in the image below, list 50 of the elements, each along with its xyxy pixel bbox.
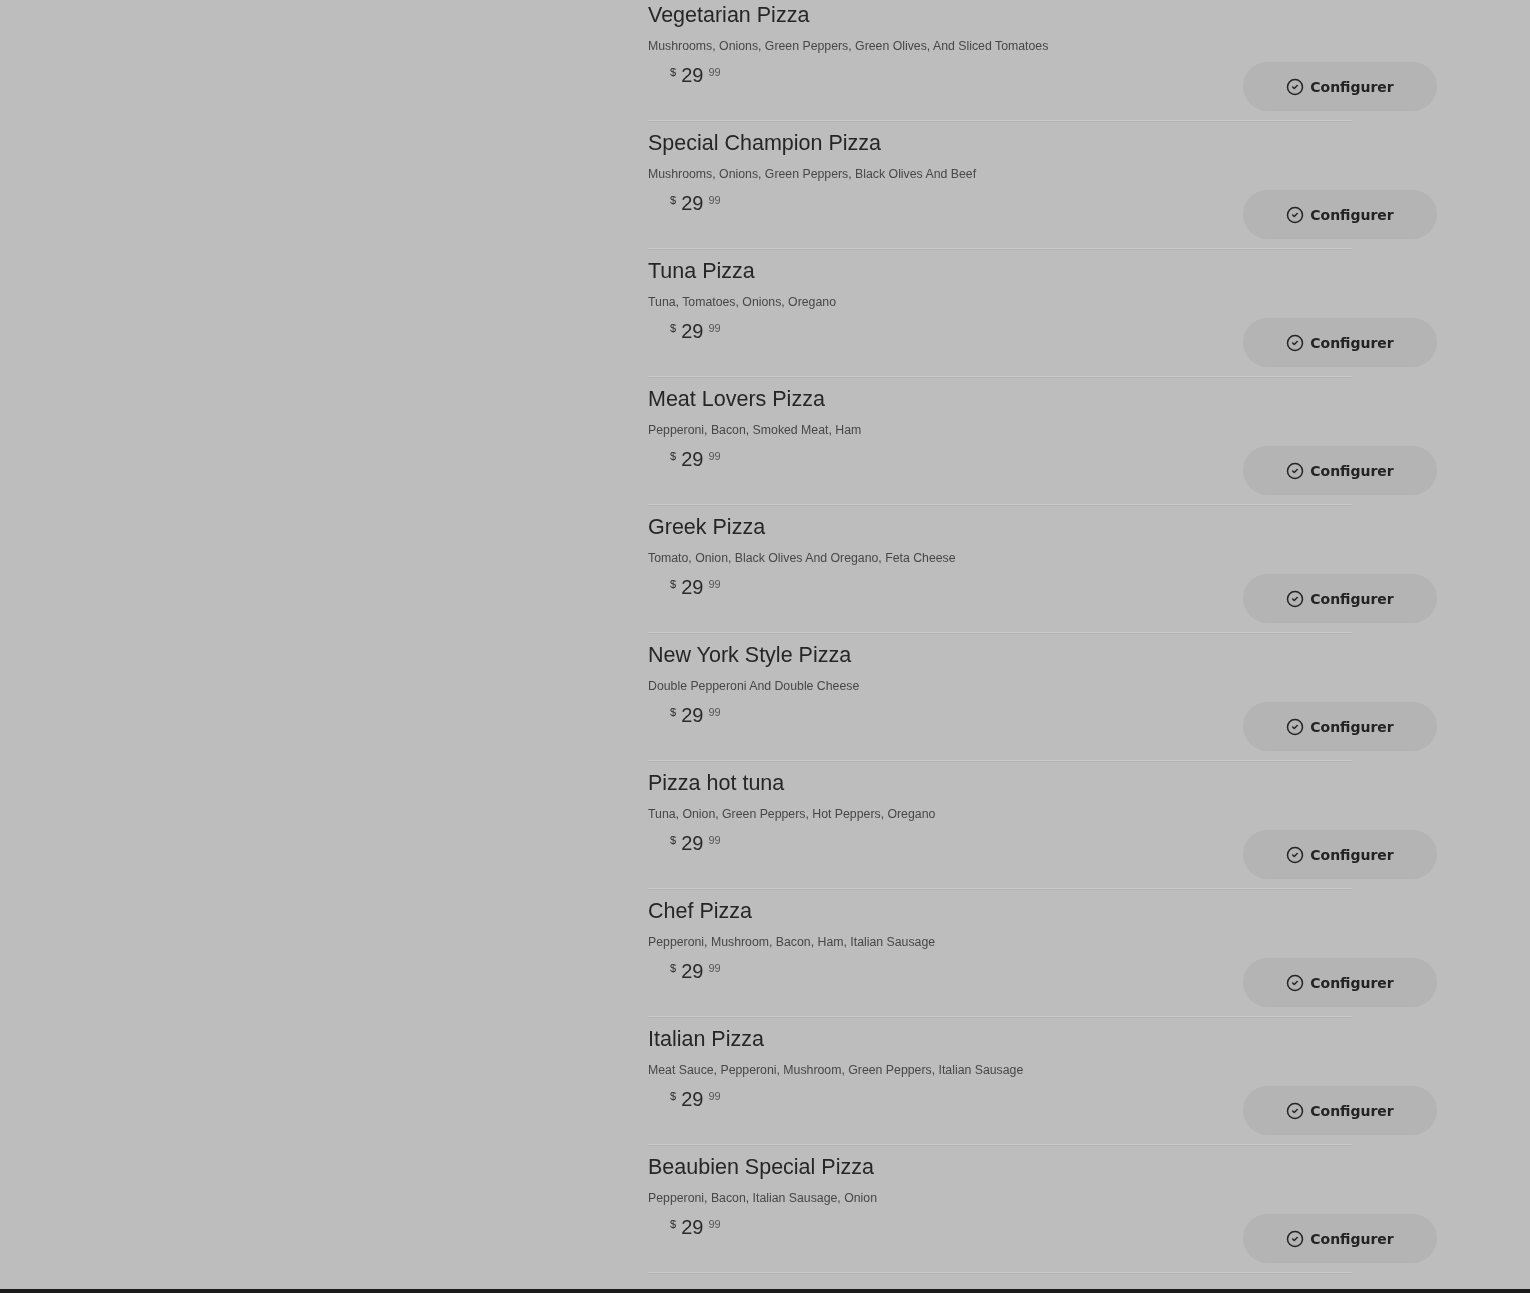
- check-circle-icon: [1286, 461, 1305, 480]
- pizza-ingredients: Mushrooms, Onions, Green Peppers, Green Olives, And Sliced Tomatoes: [648, 38, 1049, 55]
- pizza-name: New York Style Pizza: [648, 642, 852, 669]
- price: $ 29 99: [670, 191, 721, 215]
- check-circle-icon: [1286, 1229, 1305, 1248]
- pizza-ingredients: Meat Sauce, Pepperoni, Mushroom, Green Peppers, Italian Sausage: [648, 1062, 1024, 1079]
- configure-button[interactable]: Configurer: [1243, 574, 1437, 623]
- configure-button[interactable]: Configurer: [1243, 62, 1437, 111]
- pizza-name: Pizza hot tuna: [648, 770, 785, 797]
- check-circle-icon: [1286, 973, 1305, 992]
- pizza-name: Beaubien Special Pizza: [648, 1154, 874, 1181]
- price: $ 29 99: [670, 1087, 721, 1111]
- pizza-ingredients: Pepperoni, Bacon, Italian Sausage, Onion: [648, 1190, 878, 1207]
- configure-button[interactable]: Configurer: [1243, 1214, 1437, 1263]
- pizza-name: Italian Pizza: [648, 1026, 764, 1053]
- check-circle-icon: [1286, 589, 1305, 608]
- pizza-name: Tuna Pizza: [648, 258, 755, 285]
- pizza-name: Chef Pizza: [648, 898, 752, 925]
- check-circle-icon: [1286, 1101, 1305, 1120]
- price: $ 29 99: [670, 959, 721, 983]
- price: $ 29 99: [670, 63, 721, 87]
- price: $ 29 99: [670, 575, 721, 599]
- configure-button[interactable]: Configurer: [1243, 1086, 1437, 1135]
- price: $ 29 99: [670, 1215, 721, 1239]
- pizza-ingredients: Pepperoni, Bacon, Smoked Meat, Ham: [648, 422, 862, 439]
- pizza-ingredients: Pepperoni, Mushroom, Bacon, Ham, Italian Sausage: [648, 934, 936, 951]
- pizza-ingredients: Tomato, Onion, Black Olives And Oregano, Feta Cheese: [648, 550, 956, 567]
- configure-button[interactable]: Configurer: [1243, 830, 1437, 879]
- check-circle-icon: [1286, 333, 1305, 352]
- pizza-name: Greek Pizza: [648, 514, 766, 541]
- configure-button[interactable]: Configurer: [1243, 190, 1437, 239]
- pizza-ingredients: Double Pepperoni And Double Cheese: [648, 678, 860, 695]
- pizza-name: Meat Lovers Pizza: [648, 386, 825, 413]
- configure-button[interactable]: Configurer: [1243, 446, 1437, 495]
- check-circle-icon: [1286, 205, 1305, 224]
- price: $ 29 99: [670, 447, 721, 471]
- check-circle-icon: [1286, 77, 1305, 96]
- pizza-name: Vegetarian Pizza: [648, 2, 810, 29]
- pizza-ingredients: Tuna, Tomatoes, Onions, Oregano: [648, 294, 836, 311]
- configure-button[interactable]: Configurer: [1243, 318, 1437, 367]
- check-circle-icon: [1286, 845, 1305, 864]
- check-circle-icon: [1286, 717, 1305, 736]
- price: $ 29 99: [670, 831, 721, 855]
- configure-button[interactable]: Configurer: [1243, 958, 1437, 1007]
- pizza-name: Special Champion Pizza: [648, 130, 882, 157]
- pizza-ingredients: Tuna, Onion, Green Peppers, Hot Peppers, Oregano: [648, 806, 936, 823]
- pizza-ingredients: Mushrooms, Onions, Green Peppers, Black Olives And Beef: [648, 166, 977, 183]
- price: $ 29 99: [670, 703, 721, 727]
- configure-button[interactable]: Configurer: [1243, 702, 1437, 751]
- price: $ 29 99: [670, 319, 721, 343]
